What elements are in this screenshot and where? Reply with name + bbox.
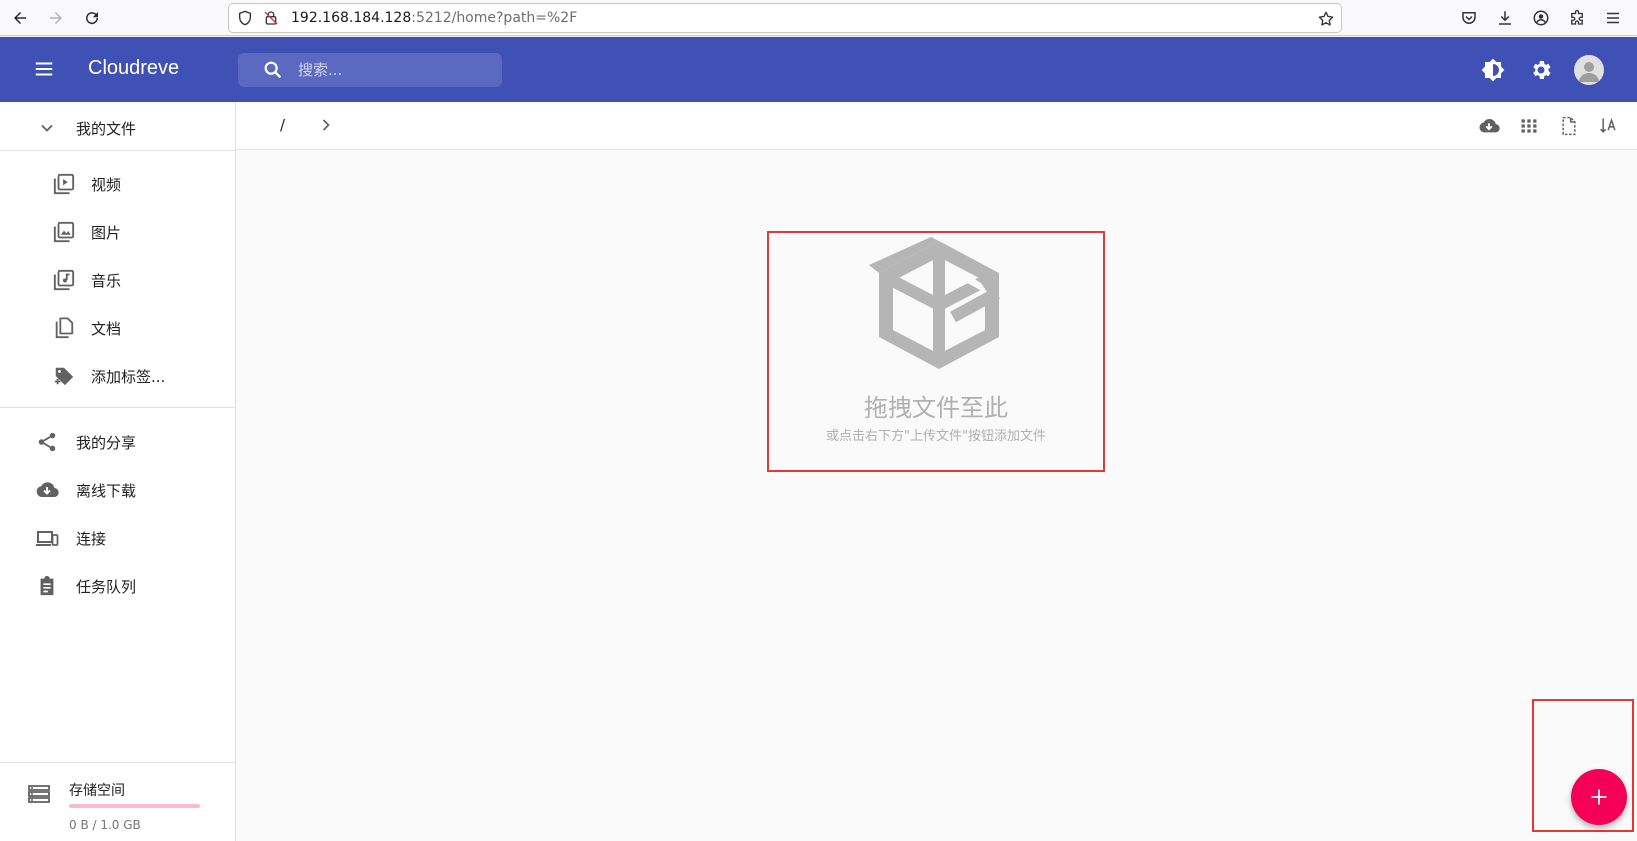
bookmark-star-icon[interactable] [1317,10,1335,28]
menu-icon [35,62,53,76]
account-button[interactable] [1523,2,1559,34]
avatar [1574,55,1604,85]
drawer-toggle-button[interactable] [28,53,60,85]
search-input[interactable] [298,61,488,79]
divider [0,150,235,151]
reload-icon [86,12,99,25]
account-circle-icon [1533,10,1549,26]
pocket-button[interactable] [1451,2,1487,34]
sidebar-item-my-shares[interactable]: 我的分享 [0,420,235,464]
sidebar-item-label: 视频 [91,175,122,194]
chevron-right-icon[interactable] [316,115,336,139]
sidebar-item-label: 我的分享 [76,433,137,452]
sidebar-item-label: 连接 [76,529,107,548]
reload-button[interactable] [76,2,108,34]
toolbar-actions [1469,112,1629,140]
cloud-download-icon [1479,118,1500,133]
shield-icon [239,10,251,26]
cloud-download-icon [34,477,60,503]
sort-button[interactable] [1589,112,1629,140]
storage-usage-text: 0 B / 1.0 GB [69,818,141,832]
url-path: :5212/home?path=%2F [411,10,578,26]
sidebar-item-documents[interactable]: 文档 [0,306,235,350]
music-library-icon [51,267,77,293]
storage-panel[interactable]: 存储空间 0 B / 1.0 GB [0,762,235,841]
gear-icon [1533,61,1551,79]
sidebar-item-label: 文档 [91,319,122,338]
clipboard-icon [34,573,60,599]
insecure-lock-icon [264,11,278,25]
sidebar-item-offline-download[interactable]: 离线下载 [0,468,235,512]
arrow-left-icon [14,12,26,24]
arrow-right-icon [50,12,62,24]
sidebar-item-label: 任务队列 [76,577,137,596]
back-button[interactable] [4,2,36,34]
view-mode-button[interactable] [1509,112,1549,140]
browser-toolbar: 192.168.184.128:5212/home?path=%2F [0,0,1637,36]
grid-view-icon [1521,119,1537,133]
devices-icon [34,525,60,551]
app-title[interactable]: Cloudreve [88,57,179,80]
storage-icon [27,782,51,810]
video-library-icon [51,171,77,197]
person-icon [1579,62,1599,82]
sidebar-item-label: 我的文件 [76,119,137,138]
plus-icon [1591,789,1607,805]
sidebar: 我的文件 视频 图片 音乐 文档 添加标签... 我的分享 离线下载 连接 任务… [0,102,236,841]
forward-button[interactable] [40,2,72,34]
upload-fab-button[interactable] [1571,769,1627,825]
theme-toggle-button[interactable] [1469,51,1517,89]
app-menu-button[interactable] [1595,2,1631,34]
sidebar-item-label: 添加标签... [91,367,166,386]
puzzle-icon [1571,9,1583,25]
file-toolbar: / [236,102,1637,150]
select-files-button[interactable] [1549,112,1589,140]
share-icon [34,429,60,455]
pocket-icon [1462,12,1476,24]
divider [0,407,235,408]
app-bar: Cloudreve [0,37,1637,102]
search-icon [262,59,284,81]
url-host: 192.168.184.128 [291,10,412,26]
extensions-button[interactable] [1559,2,1595,34]
storage-progress-bar [69,804,200,808]
sidebar-item-task-queue[interactable]: 任务队列 [0,564,235,608]
browser-right-icons [1451,2,1631,34]
sidebar-item-label: 图片 [91,223,122,242]
settings-button[interactable] [1517,51,1565,89]
sidebar-item-my-files[interactable]: 我的文件 [0,106,235,150]
empty-state-title: 拖拽文件至此 [864,394,1008,422]
sidebar-item-video[interactable]: 视频 [0,162,235,206]
sidebar-item-images[interactable]: 图片 [0,210,235,254]
sidebar-item-music[interactable]: 音乐 [0,258,235,302]
sidebar-item-label: 音乐 [91,271,122,290]
file-select-icon [1562,116,1576,136]
document-icon [51,315,77,341]
search-box[interactable] [238,53,502,87]
downloads-button[interactable] [1487,2,1523,34]
address-bar[interactable]: 192.168.184.128:5212/home?path=%2F [228,3,1342,33]
drop-zone[interactable]: 拖拽文件至此 或点击右下方"上传文件"按钮添加文件 [767,231,1105,472]
chevron-down-icon [34,115,60,141]
storage-label: 存储空间 [69,783,125,799]
hamburger-icon [1607,12,1619,24]
empty-state-subtitle: 或点击右下方"上传文件"按钮添加文件 [826,429,1046,444]
user-avatar-button[interactable] [1565,51,1613,89]
photo-library-icon [51,219,77,245]
package-box-icon [869,237,1009,377]
offline-download-button[interactable] [1469,112,1509,140]
download-icon [1499,11,1511,25]
breadcrumb-root[interactable]: / [280,116,285,134]
sidebar-item-add-tag[interactable]: 添加标签... [0,354,235,398]
tag-add-icon [51,363,77,389]
brightness-icon [1481,58,1505,82]
app-bar-actions [1469,51,1613,89]
sort-alpha-icon [1600,117,1616,133]
sidebar-item-label: 离线下载 [76,481,137,500]
sidebar-item-connect[interactable]: 连接 [0,516,235,560]
